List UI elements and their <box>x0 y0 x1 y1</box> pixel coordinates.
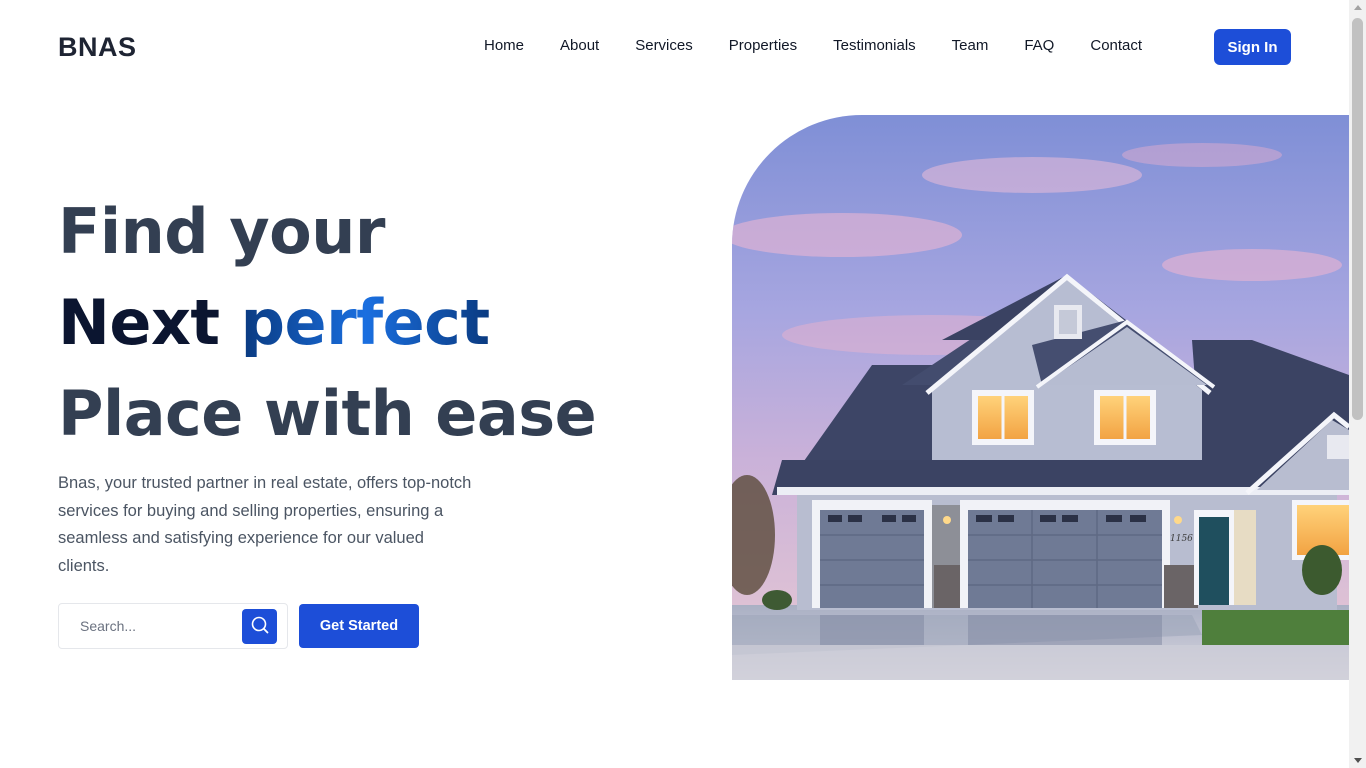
nav-item-testimonials[interactable]: Testimonials <box>833 37 916 54</box>
search-input[interactable] <box>59 604 239 648</box>
nav-item-contact[interactable]: Contact <box>1090 37 1142 54</box>
scroll-down-arrow-icon[interactable] <box>1354 758 1362 763</box>
nav-item-properties[interactable]: Properties <box>729 37 797 54</box>
search-box <box>58 603 288 649</box>
nav-item-faq[interactable]: FAQ <box>1024 37 1054 54</box>
scroll-up-arrow-icon[interactable] <box>1354 5 1362 10</box>
site-header: BNAS Home About Services Properties Test… <box>0 0 1349 92</box>
main-nav: Home About Services Properties Testimoni… <box>484 37 1142 54</box>
scrollbar-thumb[interactable] <box>1352 18 1363 420</box>
nav-item-home[interactable]: Home <box>484 37 524 54</box>
nav-item-team[interactable]: Team <box>952 37 989 54</box>
page-scrollbar[interactable] <box>1349 0 1366 768</box>
hero-house-image: 1156 <box>732 115 1349 680</box>
nav-item-about[interactable]: About <box>560 37 599 54</box>
get-started-button[interactable]: Get Started <box>299 604 419 648</box>
search-icon <box>250 615 270 638</box>
hero-heading-line-3: Place with ease <box>58 377 597 450</box>
hero-heading: Find your Next perfect Place with ease <box>58 186 597 459</box>
hero-heading-line-2-prefix: Next <box>58 286 241 359</box>
nav-item-services[interactable]: Services <box>635 37 693 54</box>
hero-heading-line-2: Next perfect <box>58 277 596 368</box>
hero-heading-accent: perfect <box>240 286 490 359</box>
hero-heading-line-1: Find your <box>58 195 385 268</box>
search-button[interactable] <box>242 609 277 644</box>
brand-logo[interactable]: BNAS <box>58 32 137 63</box>
sign-in-button[interactable]: Sign In <box>1214 29 1291 65</box>
hero-description: Bnas, your trusted partner in real estat… <box>58 474 472 575</box>
house-number: 1156 <box>1170 534 1193 544</box>
